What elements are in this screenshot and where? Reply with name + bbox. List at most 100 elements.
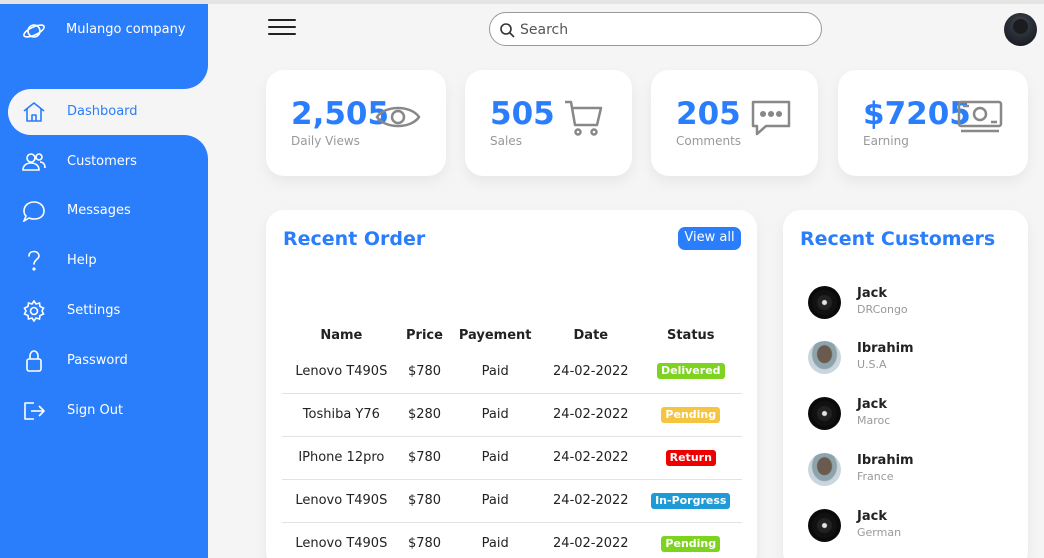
cell-price: $780 <box>407 536 442 552</box>
column-header: Price <box>406 327 443 343</box>
cell-payment: Paid <box>448 350 543 394</box>
sidebar-item-label: Help <box>67 253 97 268</box>
sidebar: Mulango company Dashboard Customers Mess… <box>0 4 208 558</box>
recent-customers-panel <box>783 210 1028 558</box>
sidebar-item-customers[interactable]: Customers <box>8 139 208 185</box>
planet-icon <box>23 24 45 38</box>
cell-name: Lenovo T490S <box>295 536 388 552</box>
status-badge: Return <box>665 449 716 466</box>
sidebar-item-help[interactable]: Help <box>8 238 208 284</box>
cell-name: Toshiba Y76 <box>282 393 401 437</box>
cell-date: 24-02-2022 <box>553 536 629 552</box>
column-header: Status <box>666 327 715 343</box>
customer-avatar <box>808 509 841 542</box>
cell-name: IPhone 12pro <box>282 436 401 480</box>
cell-date: 24-02-2022 <box>542 350 640 394</box>
cell-price: $280 <box>400 393 449 437</box>
table-row[interactable]: Toshiba Y76 $280 Paid 24-02-2022 Pending <box>282 393 742 437</box>
customer-avatar <box>808 453 841 486</box>
recent-order-title: Recent Order <box>283 228 426 250</box>
stat-value: $7205 <box>863 96 971 132</box>
sidebar-item-settings[interactable]: Settings <box>8 288 208 334</box>
stat-label: Comments <box>676 134 742 148</box>
table-row[interactable]: Lenovo T490S $780 Paid 24-02-2022 In-Por… <box>282 479 742 523</box>
sign-out-icon <box>24 402 45 420</box>
cell-name: Lenovo T490S <box>282 479 401 523</box>
cell-payment: Paid <box>448 479 543 523</box>
cell-name: Lenovo T490S <box>282 350 401 394</box>
sidebar-item-label: Messages <box>67 203 131 218</box>
stat-label: Earning <box>863 134 909 148</box>
status-badge: In-Porgress <box>651 492 731 509</box>
lock-icon <box>26 350 42 372</box>
orders-table: Name Price Payement Date Status Lenovo T… <box>282 320 742 558</box>
search-icon <box>500 23 515 38</box>
sidebar-item-label: Password <box>67 353 128 368</box>
user-avatar[interactable] <box>1004 13 1037 46</box>
customer-name: Ibrahim <box>857 341 914 356</box>
table-header-row: Name Price Payement Date Status <box>282 320 742 350</box>
comment-icon <box>751 100 791 136</box>
money-icon <box>957 100 1003 133</box>
customer-item[interactable]: Jack DRCongo <box>808 286 1028 326</box>
customer-name: Ibrahim <box>857 453 914 468</box>
stat-value: 505 <box>490 96 555 132</box>
cart-icon <box>565 100 603 136</box>
stat-card-sales: 505 Sales <box>465 70 632 176</box>
sidebar-item-password[interactable]: Password <box>8 338 208 384</box>
customer-name: Jack <box>857 286 887 301</box>
eye-icon <box>375 106 421 128</box>
stat-label: Sales <box>490 134 522 148</box>
customer-name: Jack <box>857 397 887 412</box>
table-row[interactable]: Lenovo T490S $780 Paid 24-02-2022 Delive… <box>282 350 742 394</box>
help-icon <box>28 250 40 271</box>
sidebar-item-dashboard[interactable]: Dashboard <box>8 89 208 135</box>
cell-price: $780 <box>400 479 449 523</box>
brand-name: Mulango company <box>66 22 186 37</box>
customer-avatar <box>808 341 841 374</box>
chat-icon <box>22 201 45 222</box>
table-row[interactable]: IPhone 12pro $780 Paid 24-02-2022 Return <box>282 436 742 480</box>
sidebar-item-sign-out[interactable]: Sign Out <box>8 388 208 434</box>
search-box[interactable] <box>489 12 822 46</box>
stat-card-comments: 205 Comments <box>651 70 818 176</box>
cell-price: $780 <box>400 350 449 394</box>
cell-payment: Paid <box>481 536 509 552</box>
status-badge: Pending <box>661 535 721 552</box>
customer-location: France <box>857 470 894 483</box>
cell-date: 24-02-2022 <box>542 393 640 437</box>
column-header: Date <box>573 327 609 343</box>
customer-location: DRCongo <box>857 303 908 316</box>
customer-location: U.S.A <box>857 358 887 371</box>
view-all-button[interactable]: View all <box>678 227 741 250</box>
people-icon <box>22 153 46 171</box>
customer-location: Maroc <box>857 414 891 427</box>
search-input[interactable] <box>520 19 800 41</box>
customer-location: German <box>857 526 902 539</box>
customer-item[interactable]: Jack German <box>808 509 1028 549</box>
customer-item[interactable]: Jack Maroc <box>808 397 1028 437</box>
cell-payment: Paid <box>448 393 543 437</box>
customer-item[interactable]: Ibrahim France <box>808 453 1028 493</box>
column-header: Payement <box>458 327 532 343</box>
sidebar-item-label: Settings <box>67 303 121 318</box>
stat-card-views: 2,505 Daily Views <box>266 70 446 176</box>
brand[interactable]: Mulango company <box>0 4 208 56</box>
cell-date: 24-02-2022 <box>542 436 640 480</box>
gear-icon <box>23 300 45 322</box>
status-badge: Pending <box>661 406 721 423</box>
sidebar-item-messages[interactable]: Messages <box>8 188 208 234</box>
cell-price: $780 <box>400 436 449 480</box>
recent-customers-title: Recent Customers <box>800 228 996 250</box>
stat-label: Daily Views <box>291 134 360 148</box>
home-icon <box>23 102 45 122</box>
table-row[interactable]: Lenovo T490S $780 Paid 24-02-2022 Pendin… <box>282 522 742 558</box>
cell-payment: Paid <box>448 436 543 480</box>
customer-item[interactable]: Ibrahim U.S.A <box>808 341 1028 381</box>
menu-toggle-button[interactable] <box>268 19 296 39</box>
stat-value: 205 <box>676 96 741 132</box>
column-header: Name <box>320 327 363 343</box>
customer-avatar <box>808 286 841 319</box>
sidebar-item-label: Sign Out <box>67 403 124 418</box>
cell-date: 24-02-2022 <box>542 479 640 523</box>
